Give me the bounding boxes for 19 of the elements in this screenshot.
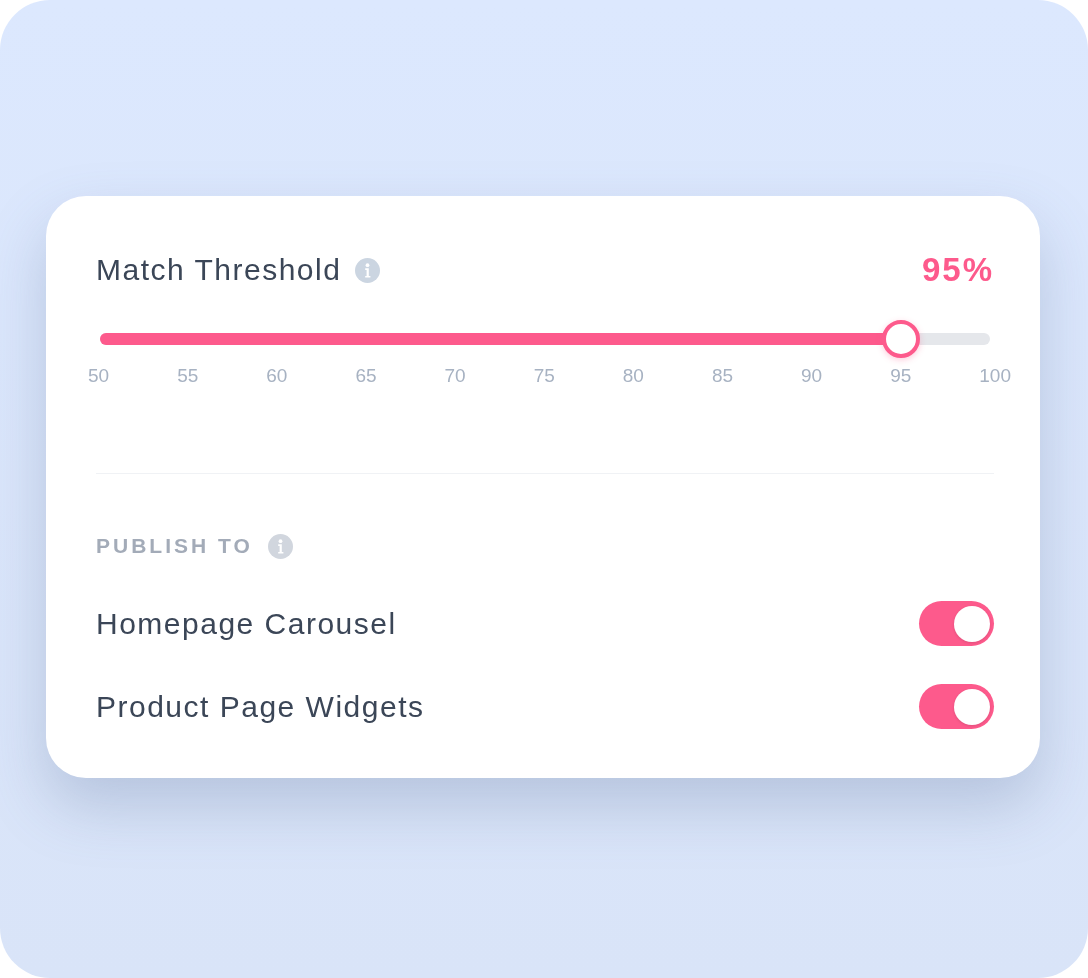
tick-label: 50	[88, 365, 110, 387]
tick-label: 90	[801, 365, 823, 387]
threshold-value: 95%	[921, 250, 994, 290]
tick-label: 95	[890, 365, 912, 387]
tick-label: 60	[266, 365, 288, 387]
toggle-switch[interactable]	[919, 684, 994, 729]
slider-thumb[interactable]	[882, 320, 920, 358]
setting-label: Match Threshold	[96, 252, 342, 288]
option-label: Product Page Widgets	[96, 688, 425, 725]
tick-label: 85	[711, 365, 733, 387]
section-heading: PUBLISH TO	[96, 533, 253, 559]
tick-label: 100	[979, 365, 1011, 387]
tick-label: 80	[622, 365, 644, 387]
tick-label: 75	[533, 365, 555, 387]
toggle-switch[interactable]	[919, 601, 994, 646]
tick-label: 70	[444, 365, 466, 387]
tick-label: 65	[355, 365, 377, 387]
option-label: Homepage Carousel	[96, 605, 397, 642]
tick-label: 55	[177, 365, 199, 387]
